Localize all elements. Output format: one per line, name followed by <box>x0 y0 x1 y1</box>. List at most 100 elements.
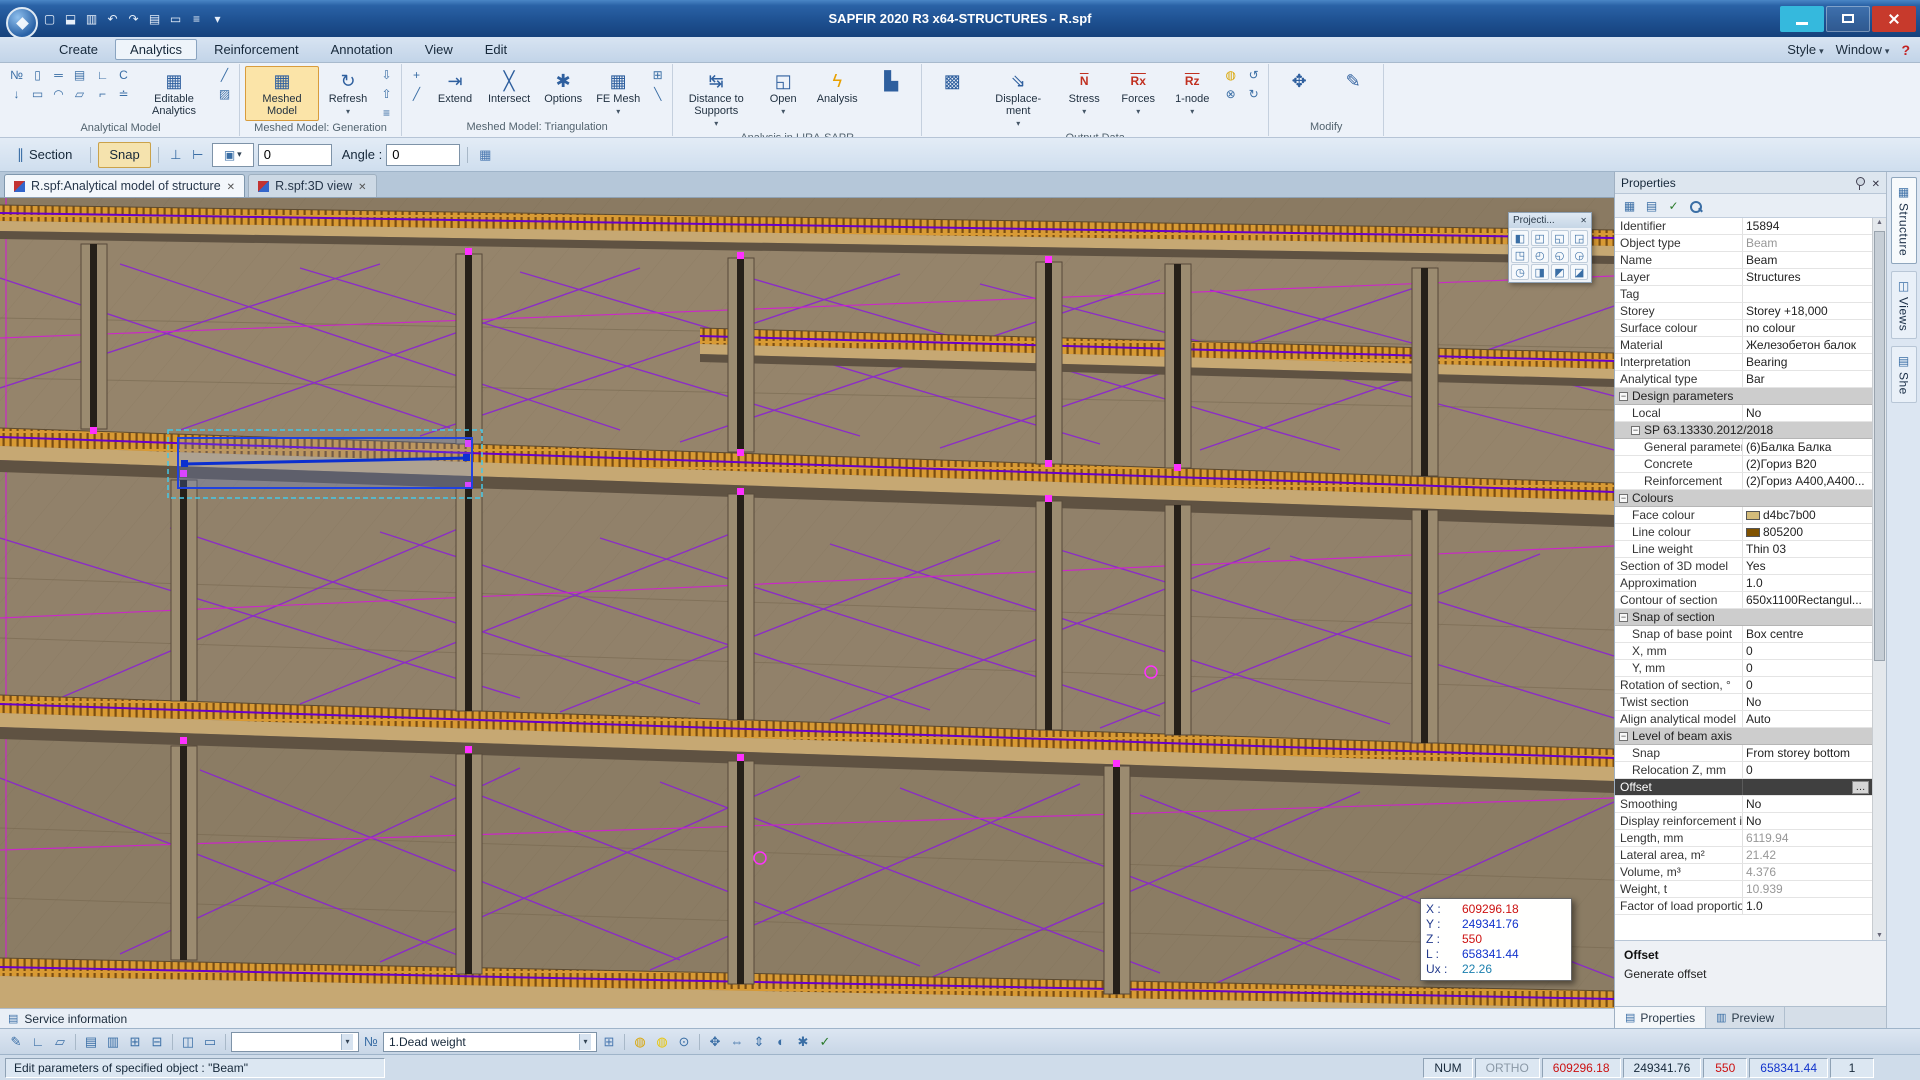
menu-tab-create[interactable]: Create <box>44 39 113 60</box>
wireframe-icon[interactable]: ▤ <box>81 1032 101 1052</box>
load-table-icon[interactable]: ⊞ <box>599 1032 619 1052</box>
mesh-view-icon[interactable]: ⊞ <box>125 1032 145 1052</box>
proj-plan-icon[interactable]: ◩ <box>1551 264 1569 280</box>
mesh-import-icon[interactable]: ⇩ <box>377 66 396 83</box>
distance-to-supports-button[interactable]: ↹ Distance to Supports <box>678 66 754 131</box>
property-row[interactable]: Approximation1.0 <box>1615 575 1872 592</box>
property-value[interactable]: 0 <box>1743 660 1872 676</box>
document-tab[interactable]: R.spf:Analytical model of structure <box>4 174 245 197</box>
contrast-icon[interactable]: ◐ <box>771 1032 791 1052</box>
property-value[interactable]: Auto <box>1743 711 1872 727</box>
beam-icon[interactable]: ═ <box>49 66 68 83</box>
triangulation-line-icon[interactable]: ╲ <box>648 85 667 102</box>
menu-tab-analytics[interactable]: Analytics <box>115 39 197 60</box>
snap-grid-icon[interactable]: ▦ <box>475 145 495 165</box>
new-file-icon[interactable]: ▢ <box>40 9 59 28</box>
property-row[interactable]: General parameters(6)Балка Балка <box>1615 439 1872 456</box>
property-value[interactable]: Железобетон балок <box>1743 337 1872 353</box>
proj-bottom-icon[interactable]: ◵ <box>1551 247 1569 263</box>
cc-axes-icon[interactable]: C <box>114 66 133 83</box>
bulb-icon[interactable]: ◍ <box>1221 66 1240 83</box>
property-value[interactable]: No <box>1743 405 1872 421</box>
help-button[interactable]: ? <box>1901 42 1910 58</box>
viewport-3d[interactable]: Projecti... ◧◰◱◲◳◴◵◶◷◨◩◪ X :609296.18Y :… <box>0 198 1614 1008</box>
tab-close-icon[interactable] <box>227 179 235 193</box>
property-row[interactable]: Weight, t10.939 <box>1615 881 1872 898</box>
highlight-bulb-icon[interactable]: ◍ <box>652 1032 672 1052</box>
side-tab-she[interactable]: ▤She <box>1891 346 1917 403</box>
one-node-button[interactable]: Rz 1-node <box>1167 66 1217 119</box>
proj-3d-icon[interactable]: ◨ <box>1531 264 1549 280</box>
select-line-icon[interactable]: ╱ <box>407 85 426 102</box>
property-value[interactable]: no colour <box>1743 320 1872 336</box>
property-value[interactable]: Bearing <box>1743 354 1872 370</box>
displacement-button[interactable]: ⇘ Displace-ment <box>981 66 1055 131</box>
property-value[interactable]: (2)Гориз A400,A400... <box>1743 473 1872 489</box>
work-plane-icon[interactable]: ▱ <box>50 1032 70 1052</box>
property-value[interactable]: Box centre <box>1743 626 1872 642</box>
copy-icon[interactable]: ▤ <box>145 9 164 28</box>
property-value[interactable]: 6119.94 <box>1743 830 1872 846</box>
property-row[interactable]: Concrete(2)Гориз B20 <box>1615 456 1872 473</box>
diagonal-member-icon[interactable]: ╱ <box>215 66 234 83</box>
rotate-ccw-icon[interactable]: ↺ <box>1244 66 1263 83</box>
proj-left-icon[interactable]: ◴ <box>1531 247 1549 263</box>
menu-tab-annotation[interactable]: Annotation <box>316 39 408 60</box>
property-row[interactable]: Object typeBeam <box>1615 235 1872 252</box>
property-value[interactable]: 805200 <box>1743 524 1872 540</box>
customize-toolbar-icon[interactable]: ▾ <box>208 9 227 28</box>
tab-close-icon[interactable] <box>358 179 366 193</box>
snap-align-icon[interactable]: ⊢ <box>188 145 208 165</box>
property-row[interactable]: StoreyStorey +18,000 <box>1615 303 1872 320</box>
property-value[interactable]: 0 <box>1743 762 1872 778</box>
rotate-cw-icon[interactable]: ↻ <box>1244 85 1263 102</box>
print-icon[interactable]: ≡ <box>187 9 206 28</box>
refresh-button[interactable]: ↻ Refresh <box>323 66 373 119</box>
side-tab-views[interactable]: ◫Views <box>1891 271 1917 339</box>
property-row[interactable]: NameBeam <box>1615 252 1872 269</box>
plane-view-icon[interactable]: ▭ <box>200 1032 220 1052</box>
selection-filter-select[interactable] <box>231 1032 359 1052</box>
property-value[interactable]: No <box>1743 813 1872 829</box>
corner-axes-icon[interactable]: ∟ <box>93 66 112 83</box>
property-section-row[interactable]: −SP 63.13330.2012/2018 <box>1615 422 1872 439</box>
proj-back-icon[interactable]: ◳ <box>1511 247 1529 263</box>
minimize-button[interactable] <box>1780 6 1824 32</box>
property-section-row[interactable]: −Colours <box>1615 490 1872 507</box>
section-view-icon[interactable]: ◫ <box>178 1032 198 1052</box>
property-value[interactable]: 10.939 <box>1743 881 1872 897</box>
property-section-row[interactable]: −Design parameters <box>1615 388 1872 405</box>
open-file-icon[interactable]: ⬓ <box>61 9 80 28</box>
property-row[interactable]: Offset… <box>1615 779 1872 796</box>
wall-icon[interactable]: ▤ <box>70 66 89 83</box>
light-bulb-icon[interactable]: ◍ <box>630 1032 650 1052</box>
property-row[interactable]: Length, mm6119.94 <box>1615 830 1872 847</box>
mosaic-button[interactable]: ▩ <box>927 66 977 95</box>
structural-model-canvas[interactable] <box>0 198 1614 1008</box>
property-value[interactable]: 1.0 <box>1743 575 1872 591</box>
property-value[interactable]: Yes <box>1743 558 1872 574</box>
collapse-icon[interactable]: − <box>1631 426 1640 435</box>
property-value[interactable]: Structures <box>1743 269 1872 285</box>
property-row[interactable]: Contour of section650x1100Rectangul... <box>1615 592 1872 609</box>
property-row[interactable]: InterpretationBearing <box>1615 354 1872 371</box>
close-button[interactable] <box>1872 6 1916 32</box>
property-row[interactable]: Volume, m³4.376 <box>1615 864 1872 881</box>
property-row[interactable]: Display reinforcement in 3DNo <box>1615 813 1872 830</box>
property-row[interactable]: X, mm0 <box>1615 643 1872 660</box>
load-number-icon[interactable]: № <box>361 1032 381 1052</box>
property-value[interactable]: (6)Балка Балка <box>1743 439 1872 455</box>
apply-icon[interactable]: ✓ <box>1664 197 1683 215</box>
save-icon[interactable]: ▥ <box>82 9 101 28</box>
callout-icon[interactable]: ⊙ <box>674 1032 694 1052</box>
property-value[interactable]: No <box>1743 796 1872 812</box>
arc-icon[interactable]: ◠ <box>49 85 68 102</box>
property-row[interactable]: Relocation Z, mm0 <box>1615 762 1872 779</box>
settings-icon[interactable]: ✱ <box>793 1032 813 1052</box>
panel-tab-properties[interactable]: ▤Properties <box>1615 1007 1706 1028</box>
intersect-button[interactable]: ╳ Intersect <box>484 66 534 109</box>
property-value[interactable]: 15894 <box>1743 218 1872 234</box>
property-value[interactable]: (2)Гориз B20 <box>1743 456 1872 472</box>
property-row[interactable]: Factor of load proportion...1.0 <box>1615 898 1872 915</box>
angle-input[interactable] <box>386 144 460 166</box>
